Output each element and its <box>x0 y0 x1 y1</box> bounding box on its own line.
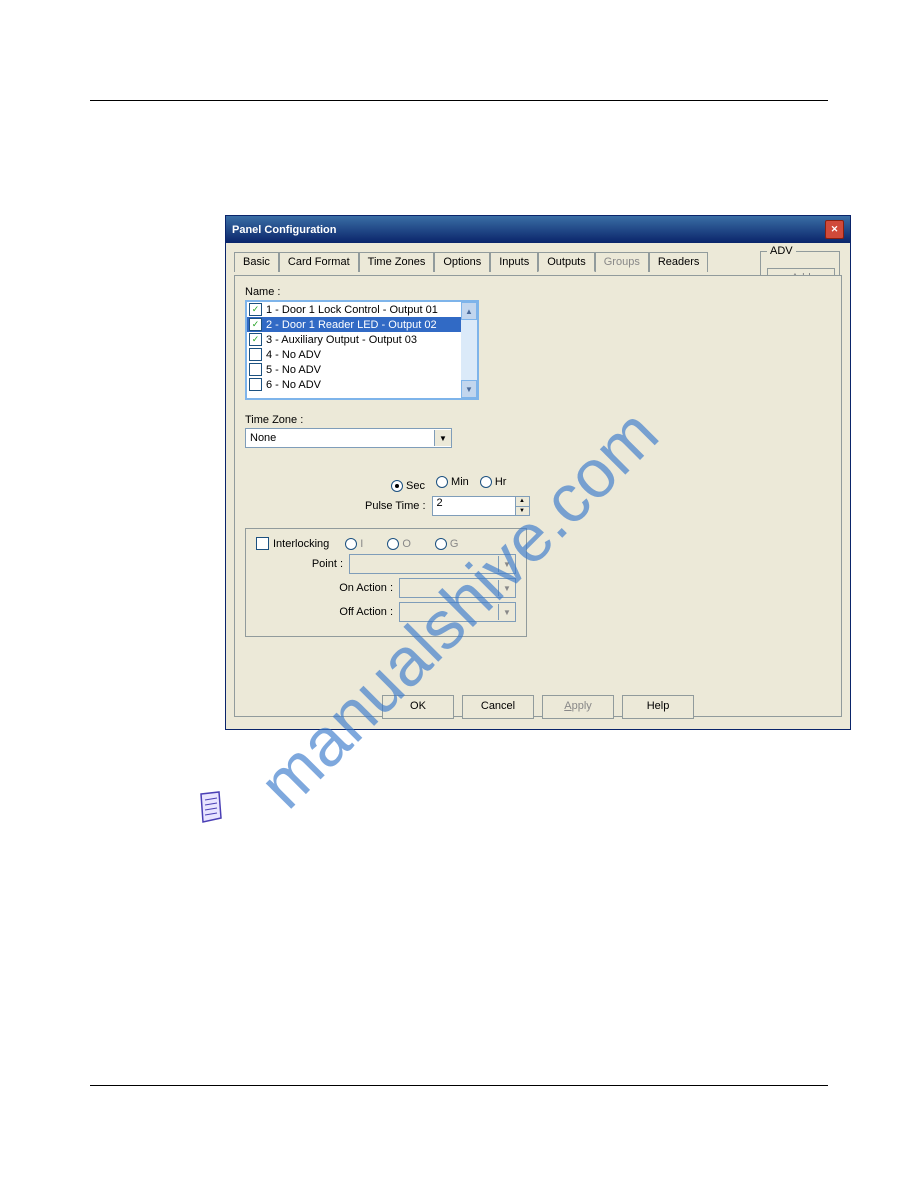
outputs-tab-panel: Name : ✓1 - Door 1 Lock Control - Output… <box>234 275 842 717</box>
list-item[interactable]: ✓1 - Door 1 Lock Control - Output 01 <box>247 302 461 317</box>
chevron-down-icon: ▼ <box>498 580 515 596</box>
checkbox-icon[interactable] <box>249 348 262 361</box>
on-action-select: ▼ <box>399 578 516 598</box>
help-button[interactable]: Help <box>622 695 694 719</box>
list-item[interactable]: ✓3 - Auxiliary Output - Output 03 <box>247 332 461 347</box>
min-radio[interactable]: Min <box>436 476 469 488</box>
checkbox-icon[interactable]: ✓ <box>249 303 262 316</box>
apply-button: Apply <box>542 695 614 719</box>
point-select: ▼ <box>349 554 516 574</box>
outputs-listbox[interactable]: ✓1 - Door 1 Lock Control - Output 01 ✓2 … <box>245 300 479 400</box>
tab-readers[interactable]: Readers <box>649 252 709 272</box>
checkbox-icon[interactable]: ✓ <box>249 333 262 346</box>
checkbox-icon[interactable] <box>249 378 262 391</box>
o-radio: O <box>387 538 411 550</box>
scrollbar[interactable]: ▲ ▼ <box>461 302 477 398</box>
list-item[interactable]: ✓2 - Door 1 Reader LED - Output 02 <box>247 317 461 332</box>
chevron-down-icon: ▼ <box>498 604 515 620</box>
point-label: Point : <box>312 558 343 570</box>
dialog-title: Panel Configuration <box>232 224 337 236</box>
pulse-time-label: Pulse Time : <box>365 500 426 512</box>
pulse-time-input[interactable]: 2 ▲▼ <box>432 496 530 516</box>
off-action-select: ▼ <box>399 602 516 622</box>
close-icon[interactable]: ✕ <box>825 220 844 239</box>
note-icon <box>195 790 225 824</box>
panel-configuration-dialog: Panel Configuration ✕ ADV Add Edit Isola… <box>225 215 851 730</box>
tab-options[interactable]: Options <box>434 252 490 272</box>
timezone-select[interactable]: None ▼ <box>245 428 452 448</box>
i-radio: I <box>345 538 363 550</box>
cancel-button[interactable]: Cancel <box>462 695 534 719</box>
tab-inputs[interactable]: Inputs <box>490 252 538 272</box>
tabs: Basic Card Format Time Zones Options Inp… <box>234 251 842 271</box>
list-item[interactable]: 6 - No ADV <box>247 377 461 392</box>
sec-radio[interactable]: Sec <box>391 480 425 492</box>
tab-groups: Groups <box>595 252 649 272</box>
off-action-label: Off Action : <box>339 606 393 618</box>
list-item[interactable]: 4 - No ADV <box>247 347 461 362</box>
list-item[interactable]: 5 - No ADV <box>247 362 461 377</box>
chevron-down-icon[interactable]: ▼ <box>434 430 451 446</box>
spin-up-icon[interactable]: ▲ <box>515 497 529 507</box>
scroll-up-icon[interactable]: ▲ <box>461 302 477 320</box>
on-action-label: On Action : <box>339 582 393 594</box>
tab-outputs[interactable]: Outputs <box>538 252 595 272</box>
chevron-down-icon: ▼ <box>498 556 515 572</box>
g-radio: G <box>435 538 459 550</box>
titlebar[interactable]: Panel Configuration ✕ <box>226 216 850 243</box>
hr-radio[interactable]: Hr <box>480 476 507 488</box>
checkbox-icon[interactable]: ✓ <box>249 318 262 331</box>
spin-down-icon[interactable]: ▼ <box>515 507 529 516</box>
tab-card-format[interactable]: Card Format <box>279 252 359 272</box>
scroll-down-icon[interactable]: ▼ <box>461 380 477 398</box>
tab-basic[interactable]: Basic <box>234 252 279 272</box>
checkbox-icon[interactable] <box>249 363 262 376</box>
ok-button[interactable]: OK <box>382 695 454 719</box>
adv-panel-title: ADV <box>767 245 796 257</box>
name-label: Name : <box>245 286 831 298</box>
timezone-label: Time Zone : <box>245 414 831 426</box>
tab-time-zones[interactable]: Time Zones <box>359 252 435 272</box>
dialog-buttons: OK Cancel Apply Help <box>226 695 850 719</box>
interlocking-checkbox[interactable]: Interlocking <box>256 537 329 550</box>
interlocking-group: Interlocking I O G Point : ▼ On Action : ▼… <box>245 528 527 637</box>
